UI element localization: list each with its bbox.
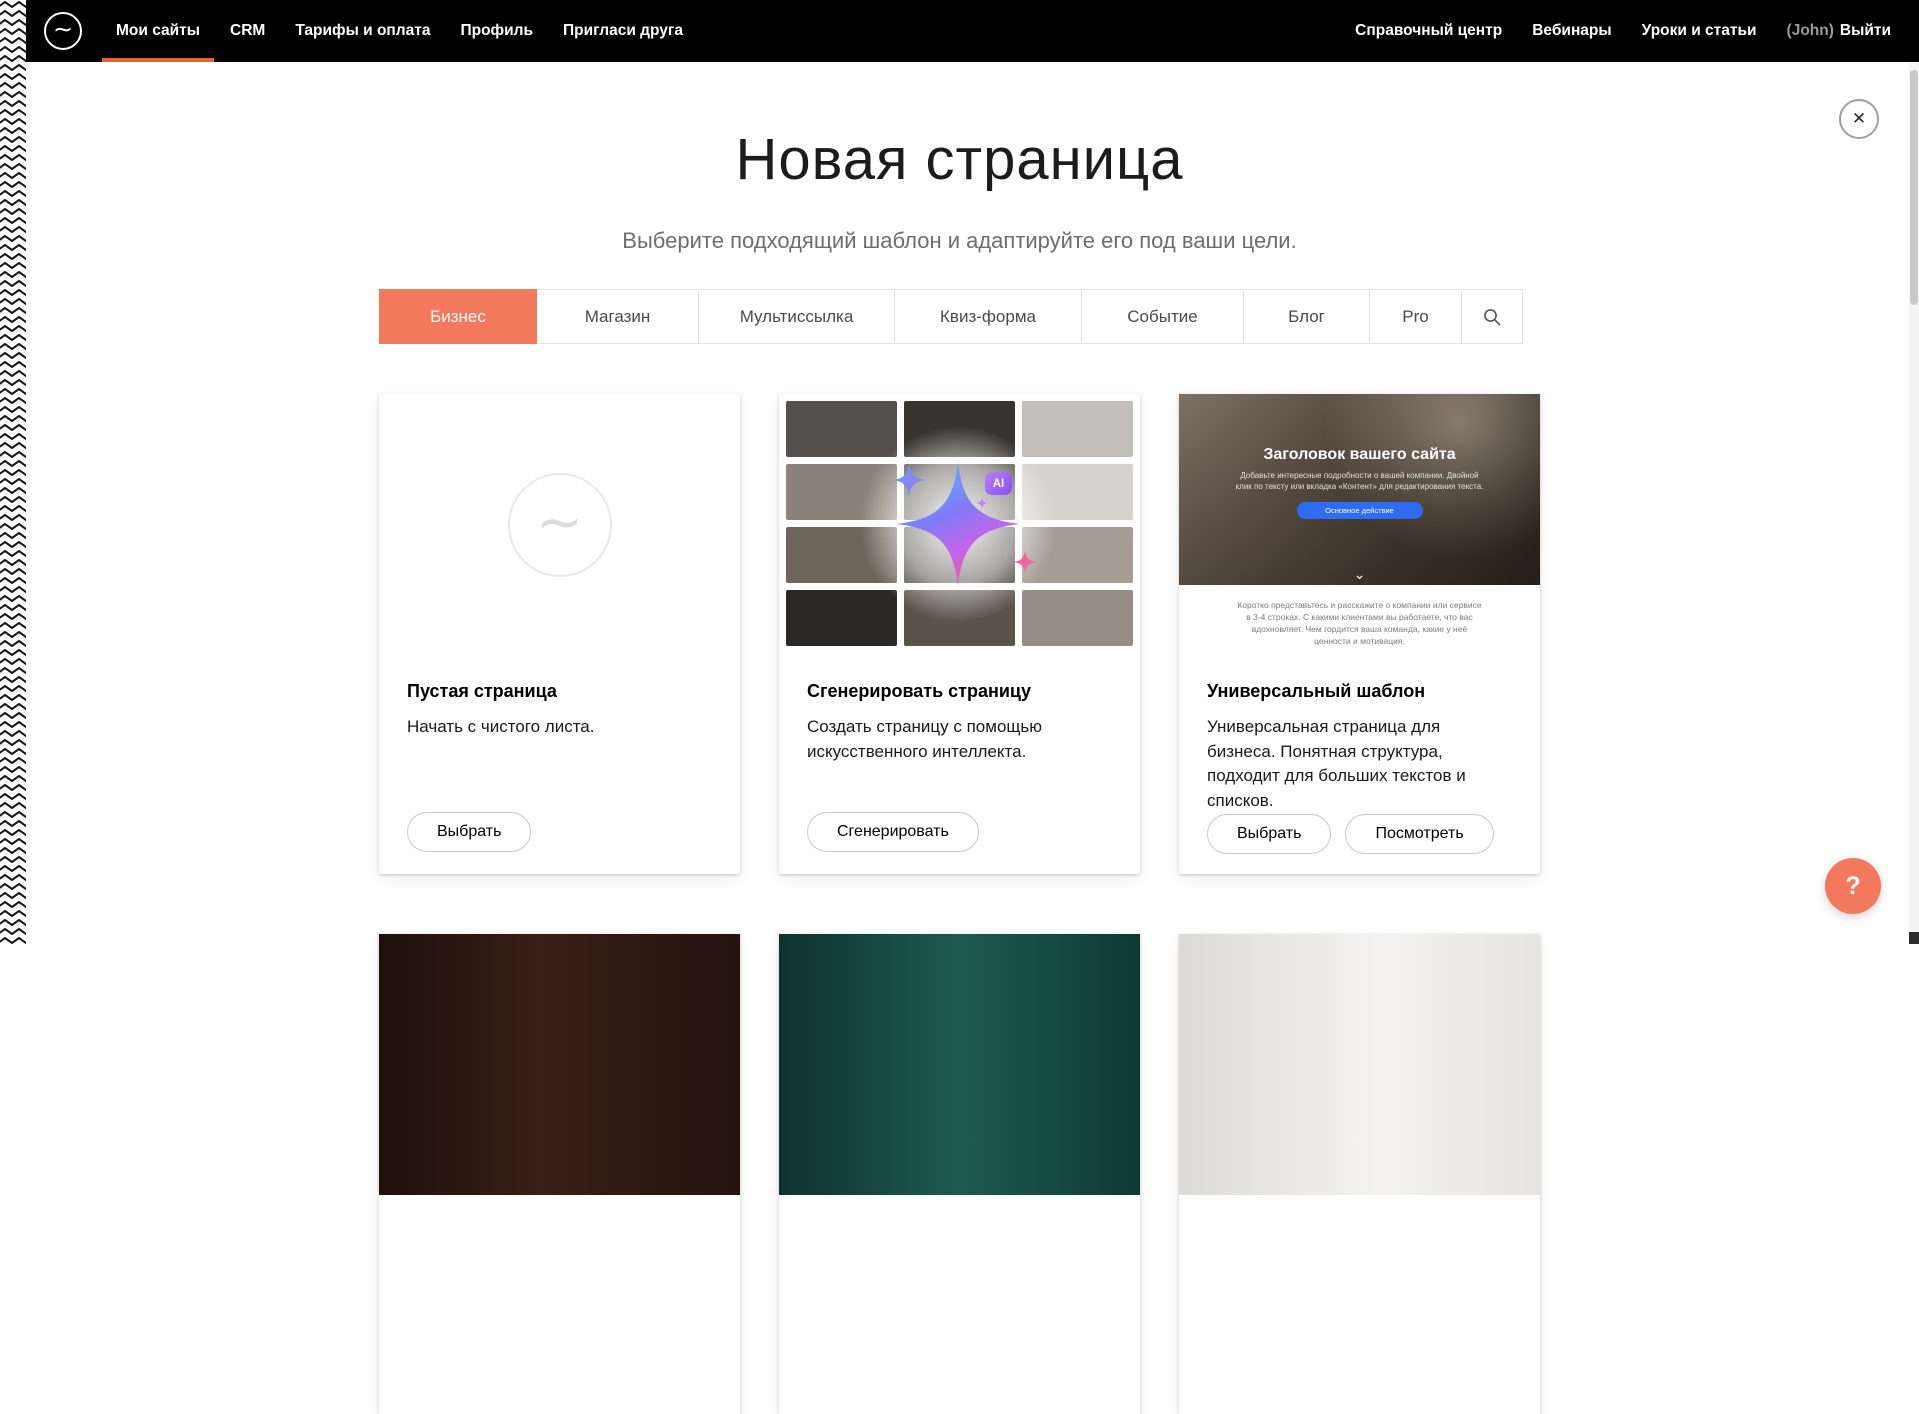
user-name: (John) [1787, 22, 1834, 40]
logout-link[interactable]: (John) Выйти [1787, 0, 1891, 62]
tab-business[interactable]: Бизнес [379, 289, 537, 344]
tilda-logo[interactable]: ∼ [44, 12, 82, 50]
preview-text-section: Коротко представьтесь и расскажите о ком… [1179, 585, 1540, 655]
nav-my-sites-label: Мои сайты [116, 22, 200, 40]
template-card-ai-generate: AI Сгенерировать страницу Создать страни… [779, 394, 1140, 874]
tilda-watermark-icon: ∼ [508, 473, 612, 577]
tab-multilink-label: Мультиссылка [740, 307, 854, 327]
card-body: Сгенерировать страницу Создать страницу … [779, 655, 1140, 874]
nav-my-sites[interactable]: Мои сайты [116, 0, 200, 62]
nav-lessons-articles-label: Уроки и статьи [1642, 22, 1757, 40]
scrollbar-thumb[interactable] [1910, 70, 1918, 305]
template-card-blank-page: ∼ Пустая страница Начать с чистого листа… [379, 394, 740, 874]
preview-paragraph: Коротко представьтесь и расскажите о ком… [1236, 599, 1484, 647]
preview-cta-button: Основное действие [1297, 502, 1423, 519]
logout-label: Выйти [1840, 22, 1891, 40]
chevron-down-icon: ⌄ [1354, 567, 1366, 581]
tab-pro[interactable]: Pro [1369, 289, 1462, 344]
template-preview [1179, 934, 1540, 1195]
generate-page-button[interactable]: Сгенерировать [807, 812, 979, 852]
ai-sparkle-icon [779, 394, 1140, 655]
blank-page-preview: ∼ [379, 394, 740, 655]
tab-shop[interactable]: Магазин [536, 289, 699, 344]
card-description: Начать с чистого листа. [407, 715, 712, 740]
nav-profile-label: Профиль [460, 22, 533, 40]
tab-search[interactable] [1461, 289, 1523, 344]
nav-help-center-label: Справочный центр [1355, 22, 1502, 40]
tilde-icon: ∼ [53, 18, 73, 42]
navbar-right-group: Справочный центр Вебинары Уроки и статьи… [1355, 0, 1891, 62]
tab-blog-label: Блог [1288, 307, 1325, 327]
choose-blank-page-button[interactable]: Выбрать [407, 812, 531, 852]
template-card-next-row [1179, 934, 1540, 1414]
nav-invite-friend[interactable]: Пригласи друга [563, 0, 683, 62]
tab-quiz-form-label: Квиз-форма [940, 307, 1036, 327]
template-cards-grid: ∼ Пустая страница Начать с чистого листа… [379, 394, 1540, 1414]
nav-tariffs-label: Тарифы и оплата [295, 22, 430, 40]
tab-event-label: Событие [1127, 307, 1197, 327]
tab-blog[interactable]: Блог [1243, 289, 1370, 344]
nav-webinars[interactable]: Вебинары [1532, 0, 1611, 62]
tab-pro-label: Pro [1402, 307, 1428, 327]
page-subtitle: Выберите подходящий шаблон и адаптируйте… [0, 228, 1919, 254]
ai-badge: AI [985, 472, 1012, 495]
card-title: Пустая страница [407, 681, 712, 702]
choose-universal-template-button[interactable]: Выбрать [1207, 814, 1331, 854]
nav-invite-friend-label: Пригласи друга [563, 22, 683, 40]
scrollbar-down-button[interactable] [1909, 932, 1919, 944]
nav-crm-label: CRM [230, 22, 265, 40]
vertical-scrollbar[interactable] [1909, 0, 1919, 944]
tab-multilink[interactable]: Мультиссылка [698, 289, 895, 344]
nav-webinars-label: Вебинары [1532, 22, 1611, 40]
card-buttons: Сгенерировать [807, 812, 1112, 852]
card-description: Универсальная страница для бизнеса. Поня… [1207, 715, 1512, 814]
tab-shop-label: Магазин [585, 307, 651, 327]
nav-lessons-articles[interactable]: Уроки и статьи [1642, 0, 1757, 62]
card-title: Сгенерировать страницу [807, 681, 1112, 702]
view-universal-template-button[interactable]: Посмотреть [1345, 814, 1493, 854]
question-mark-icon: ? [1845, 872, 1860, 901]
template-card-next-row [779, 934, 1140, 1414]
tab-quiz-form[interactable]: Квиз-форма [894, 289, 1082, 344]
page-title: Новая страница [0, 126, 1919, 193]
card-description: Создать страницу с помощью искусственног… [807, 715, 1112, 764]
template-preview [379, 934, 740, 1195]
tilde-icon: ∼ [536, 494, 583, 550]
template-card-universal: Заголовок вашего сайта Добавьте интересн… [1179, 394, 1540, 874]
universal-template-preview: Заголовок вашего сайта Добавьте интересн… [1179, 394, 1540, 655]
template-card-next-row [379, 934, 740, 1414]
tab-business-label: Бизнес [430, 307, 486, 327]
card-title: Универсальный шаблон [1207, 681, 1512, 702]
ai-generate-preview: AI [779, 394, 1140, 655]
preview-heading: Заголовок вашего сайта [1179, 394, 1540, 464]
card-buttons: Выбрать Посмотреть [1207, 814, 1512, 854]
nav-crm[interactable]: CRM [230, 0, 265, 62]
nav-profile[interactable]: Профиль [460, 0, 533, 62]
preview-cover-photo: Заголовок вашего сайта Добавьте интересн… [1179, 394, 1540, 585]
template-category-tabs: Бизнес Магазин Мультиссылка Квиз-форма С… [379, 289, 1523, 344]
navbar-left-group: ∼ Мои сайты CRM Тарифы и оплата Профиль … [44, 0, 683, 62]
preview-subheading: Добавьте интересные подробности о вашей … [1234, 471, 1486, 493]
left-zigzag-decoration [0, 0, 26, 944]
card-body: Пустая страница Начать с чистого листа. … [379, 655, 740, 874]
close-dialog-button[interactable]: ✕ [1839, 99, 1879, 139]
card-buttons: Выбрать [407, 812, 712, 852]
template-preview [779, 934, 1140, 1195]
nav-tariffs[interactable]: Тарифы и оплата [295, 0, 430, 62]
nav-help-center[interactable]: Справочный центр [1355, 0, 1502, 62]
zigzag-pattern-icon [0, 0, 26, 944]
search-icon [1482, 307, 1502, 327]
help-button[interactable]: ? [1825, 858, 1881, 914]
close-icon: ✕ [1852, 109, 1866, 129]
top-navbar: ∼ Мои сайты CRM Тарифы и оплата Профиль … [0, 0, 1919, 62]
card-body: Универсальный шаблон Универсальная стран… [1179, 655, 1540, 876]
tab-event[interactable]: Событие [1081, 289, 1244, 344]
